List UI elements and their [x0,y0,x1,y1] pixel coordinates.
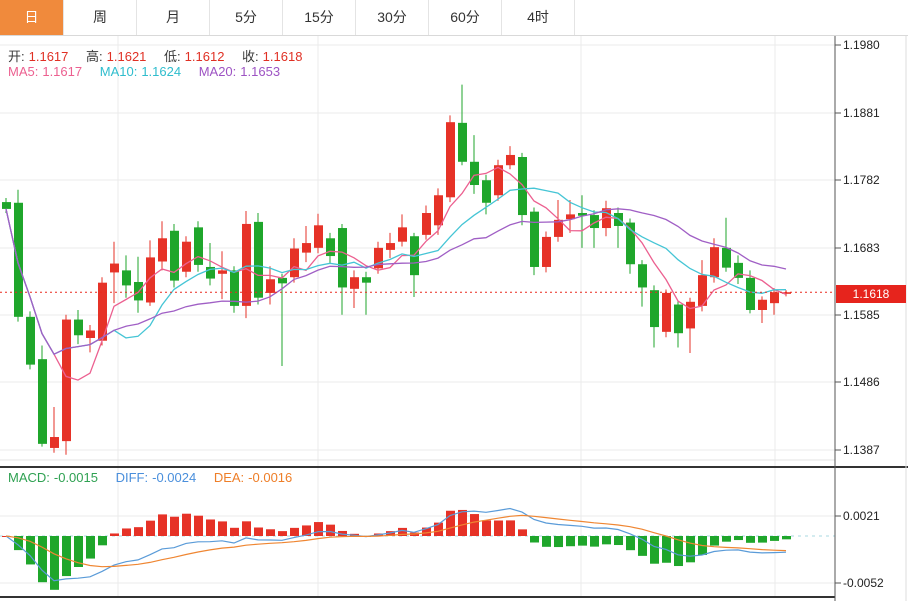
price-tick-5: 1.1585 [843,308,905,322]
price-tick-6: 1.1486 [843,375,905,389]
price-tick-4: 1.1683 [843,241,905,255]
tab-60min[interactable]: 60分 [429,0,502,35]
tab-day[interactable]: 日 [0,0,64,35]
tab-15min[interactable]: 15分 [283,0,356,35]
ma5-label: MA5: [8,64,38,79]
macd-label: MACD: [8,470,50,485]
tab-5min[interactable]: 5分 [210,0,283,35]
tab-30min[interactable]: 30分 [356,0,429,35]
macd-tick-2: -0.0052 [843,576,905,590]
price-tick-2: 1.1881 [843,106,905,120]
ma5-value: 1.1617 [42,64,82,79]
tab-week[interactable]: 周 [64,0,137,35]
ma10-value: 1.1624 [141,64,181,79]
open-value: 1.1617 [29,49,69,64]
close-label: 收: [242,49,259,64]
macd-legend: MACD: -0.0015 DIFF:-0.0024 DEA: -0.0016 [8,470,296,485]
forex-candlestick-app: 日 周 月 5分 15分 30分 60分 4时 开: 1.1617 高: 1.162… [0,0,908,601]
diff-label: DIFF: [116,470,149,485]
dea-label: DEA: [214,470,244,485]
ma20-label: MA20: [199,64,237,79]
timeframe-tabbar: 日 周 月 5分 15分 30分 60分 4时 [0,0,908,36]
low-value: 1.1612 [185,49,225,64]
high-value: 1.1621 [107,49,147,64]
ohlc-legend: 开: 1.1617 高: 1.1621 低: 1.1612 收: 1.1618 [8,46,306,65]
tab-month[interactable]: 月 [137,0,210,35]
diff-value: -0.0024 [152,470,196,485]
price-tick-7: 1.1387 [843,443,905,457]
tab-4hour[interactable]: 4时 [502,0,575,35]
current-price-tag: 1.1618 [836,285,906,303]
dea-value: -0.0016 [248,470,292,485]
ma-legend: MA5: 1.1617 MA10:1.1624 MA20:1.1653 [8,64,284,79]
ma10-label: MA10: [100,64,138,79]
ma20-value: 1.1653 [240,64,280,79]
close-value: 1.1618 [263,49,303,64]
macd-value: -0.0015 [54,470,98,485]
price-tick-1: 1.1980 [843,38,905,52]
open-label: 开: [8,49,25,64]
price-tick-3: 1.1782 [843,173,905,187]
macd-tick-1: 0.0021 [843,509,905,523]
price-macd-chart[interactable] [0,0,908,601]
low-label: 低: [164,49,181,64]
high-label: 高: [86,49,103,64]
